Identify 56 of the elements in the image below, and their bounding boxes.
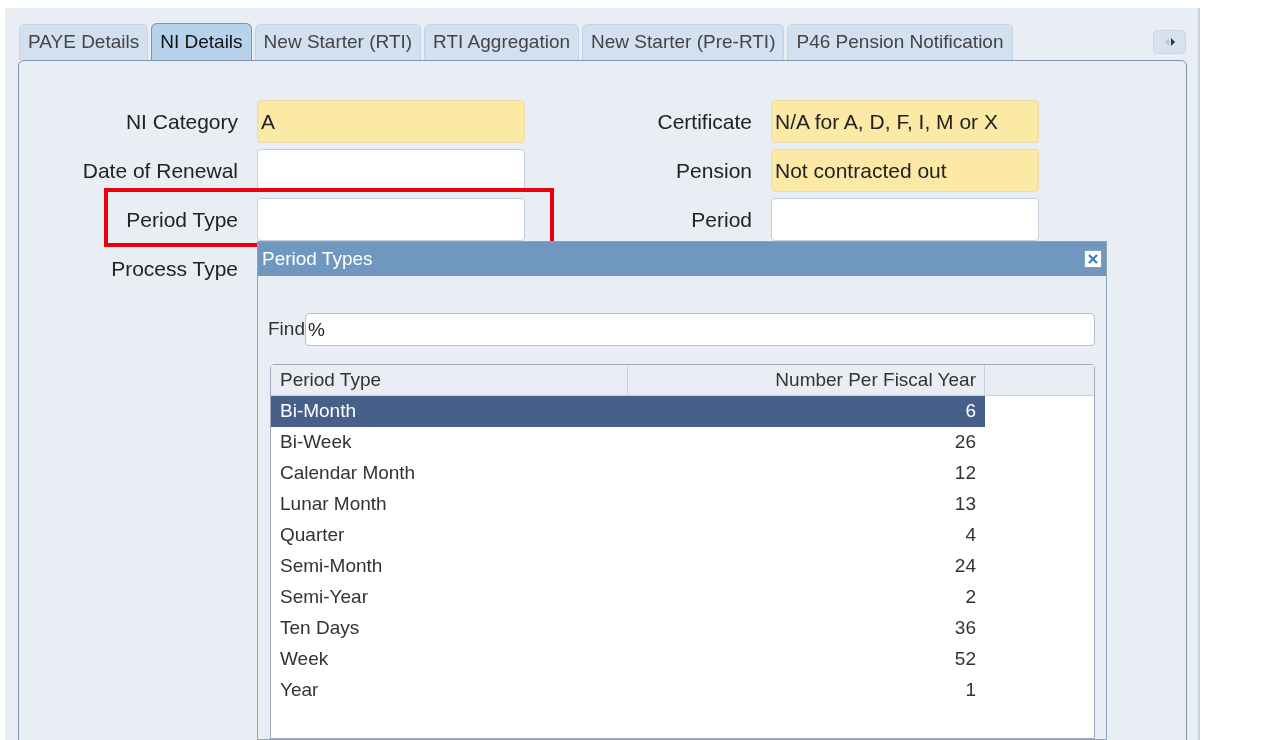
find-field[interactable]: % xyxy=(304,313,1095,346)
table-cell-text: Bi-Month xyxy=(279,399,358,424)
tab[interactable]: PAYE Details xyxy=(19,24,149,60)
table-cell-text: 1 xyxy=(964,678,977,703)
table-cell-text: Ten Days xyxy=(279,616,361,641)
table-cell-text: 6 xyxy=(964,399,977,424)
close-button[interactable] xyxy=(1084,250,1102,268)
table-cell-text: 24 xyxy=(953,554,977,579)
table-row[interactable]: Bi-Month 6 xyxy=(271,396,985,427)
table-cell-text: Week xyxy=(279,647,330,672)
text-field[interactable]: A xyxy=(257,100,525,143)
find-label: Find xyxy=(268,317,305,342)
table-cell-text: Semi-Year xyxy=(279,585,369,610)
table-row[interactable]: Semi-Month 24 xyxy=(271,551,985,582)
table-row[interactable]: Lunar Month 13 xyxy=(271,489,985,520)
field-label: Certificate xyxy=(657,108,752,135)
table-cell-text: Bi-Week xyxy=(279,430,353,455)
text-field[interactable] xyxy=(771,198,1039,241)
table-cell-text: 2 xyxy=(964,585,977,610)
table-row[interactable]: Week 52 xyxy=(271,644,985,675)
table-row[interactable]: Quarter 4 xyxy=(271,520,985,551)
field-label: Pension xyxy=(676,157,752,184)
table-cell-text: Lunar Month xyxy=(279,492,388,517)
tab[interactable]: NI Details xyxy=(151,23,252,60)
table-cell-text: Semi-Month xyxy=(279,554,384,579)
table-cell-text: 26 xyxy=(953,430,977,455)
table-row[interactable]: Year 1 xyxy=(271,675,985,706)
table-cell-text: Year xyxy=(279,678,320,703)
text-field[interactable]: Not contracted out xyxy=(771,149,1039,192)
text-field[interactable] xyxy=(257,198,525,241)
table-row[interactable]: Semi-Year 2 xyxy=(271,582,985,613)
field-label: Date of Renewal xyxy=(82,157,238,184)
scroll-tabs-button[interactable] xyxy=(1153,30,1186,54)
tab[interactable]: P46 Pension Notification xyxy=(787,24,1013,60)
table-cell-text: 12 xyxy=(953,461,977,486)
field-label: Period xyxy=(691,206,752,233)
tab[interactable]: RTI Aggregation xyxy=(424,24,580,60)
table-row[interactable]: Ten Days 36 xyxy=(271,613,985,644)
dialog-title: Period Types xyxy=(262,246,373,271)
table-cell-text: 52 xyxy=(953,647,977,672)
tab[interactable]: New Starter (RTI) xyxy=(254,24,422,60)
table-cell-text: 13 xyxy=(953,492,977,517)
column-header[interactable]: Number Per Fiscal Year xyxy=(628,365,985,395)
table-row[interactable]: Bi-Week 26 xyxy=(271,427,985,458)
field-label: Period Type xyxy=(126,206,238,233)
tab[interactable]: New Starter (Pre-RTI) xyxy=(582,24,785,60)
table-cell-text: 36 xyxy=(953,616,977,641)
field-label: NI Category xyxy=(125,108,238,135)
table-row[interactable]: Calendar Month 12 xyxy=(271,458,985,489)
text-field[interactable]: N/A for A, D, F, I, M or X xyxy=(771,100,1039,143)
field-label: Process Type xyxy=(111,255,238,282)
table-cell-text: Calendar Month xyxy=(279,461,417,486)
close-icon xyxy=(1088,254,1098,264)
column-header[interactable]: Period Type xyxy=(271,365,628,395)
table-cell-text: 4 xyxy=(964,523,977,548)
table-cell-text: Quarter xyxy=(279,523,346,548)
